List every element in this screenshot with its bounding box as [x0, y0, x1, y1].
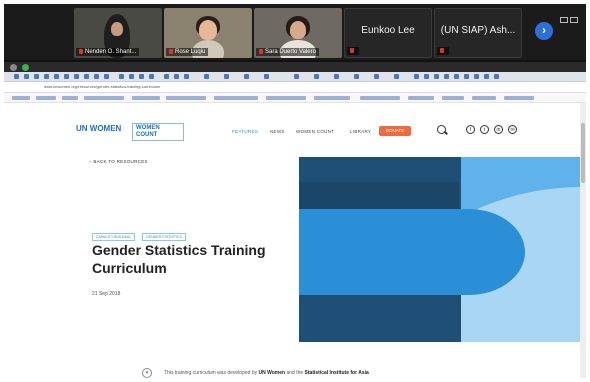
participant-video-face	[111, 22, 123, 36]
participant-tile[interactable]: (UN SIAP) Ash...	[434, 8, 522, 58]
hero-blue-pill	[299, 209, 525, 295]
linkedin-icon[interactable]: in	[494, 125, 503, 134]
mic-muted-label	[437, 46, 449, 55]
view-options-icon[interactable]	[560, 10, 582, 23]
mic-muted-label	[347, 46, 359, 55]
shared-screen: data.unwomen.org/resources/gender-statis…	[4, 62, 586, 378]
nav-library[interactable]: LIBRARY	[350, 129, 371, 134]
hero-dark-strip	[299, 182, 459, 209]
nav-features[interactable]: FEATURES	[232, 129, 258, 134]
participant-tile[interactable]: Sara Duerto Valero	[254, 8, 342, 58]
participant-video-face	[199, 20, 217, 40]
participant-tile[interactable]: Eunkoo Lee	[344, 8, 432, 58]
logo-line-2: COUNT	[136, 132, 158, 138]
intro-text: This training curriculum was developed b…	[164, 370, 369, 376]
next-participants-button[interactable]: ›	[535, 22, 553, 40]
mic-muted-icon	[79, 48, 83, 54]
scroll-down-icon[interactable]: ▾	[142, 368, 152, 378]
outer-frame: Nenden O. Shant... Rose Luqiu Sara Duert…	[0, 0, 590, 382]
page-title: Gender Statistics Training Curriculum	[92, 242, 266, 276]
chevron-right-icon: ›	[542, 23, 546, 37]
back-to-resources-link[interactable]: ‹ BACK TO RESOURCES	[90, 159, 148, 164]
un-women-logo[interactable]: UN WOMEN	[76, 125, 121, 133]
participant-name-label: Sara Duerto Valero	[256, 47, 319, 56]
facebook-icon[interactable]: f	[466, 125, 475, 134]
hero-graphic	[299, 157, 580, 342]
tag-gender-statistics[interactable]: GENDER STATISTICS	[142, 233, 186, 241]
donate-button[interactable]: DONATE	[379, 126, 411, 136]
mic-muted-icon	[169, 48, 173, 54]
email-icon[interactable]: ✉	[508, 125, 517, 134]
tag-capacity-building[interactable]: CAPACITY BUILDING	[92, 233, 135, 241]
mic-muted-icon	[440, 47, 444, 53]
tag-list: CAPACITY BUILDING GENDER STATISTICS	[92, 225, 189, 241]
participant-strip: Nenden O. Shant... Rose Luqiu Sara Duert…	[4, 4, 586, 60]
bookmarks-bar	[4, 93, 586, 103]
participant-name: (UN SIAP) Ash...	[440, 25, 516, 36]
share-top-bar	[4, 62, 586, 72]
web-page: UN WOMEN WOMEN COUNT FEATURES NEWS WOMEN…	[4, 103, 580, 378]
publish-date: 21 Sep 2018	[92, 291, 121, 297]
zoom-screen: Nenden O. Shant... Rose Luqiu Sara Duert…	[4, 4, 586, 378]
hero-dark-bottom-band	[299, 292, 461, 342]
url-field[interactable]: data.unwomen.org/resources/gender-statis…	[44, 84, 244, 90]
participant-tile[interactable]: Nenden O. Shant...	[74, 8, 162, 58]
logo-line-1: WOMEN	[136, 125, 160, 131]
app-toolbar	[4, 72, 586, 82]
mic-muted-icon	[350, 47, 354, 53]
share-active-icon[interactable]	[22, 64, 29, 71]
search-icon[interactable]	[437, 125, 446, 134]
women-count-logo[interactable]: WOMEN COUNT	[132, 123, 184, 141]
twitter-icon[interactable]: t	[480, 125, 489, 134]
participant-name: Eunkoo Lee	[361, 25, 415, 36]
participant-name-label: Rose Luqiu	[166, 47, 209, 56]
participant-tile[interactable]: Rose Luqiu	[164, 8, 252, 58]
mic-muted-icon	[259, 48, 263, 54]
nav-women-count[interactable]: WOMEN COUNT	[296, 129, 334, 134]
page-scrollbar[interactable]	[580, 103, 586, 378]
share-status-icon	[10, 64, 17, 71]
participant-name-label: Nenden O. Shant...	[76, 47, 140, 56]
browser-address-bar[interactable]: data.unwomen.org/resources/gender-statis…	[4, 82, 586, 93]
nav-news[interactable]: NEWS	[270, 129, 285, 134]
participant-video-face	[290, 21, 306, 39]
scrollbar-thumb[interactable]	[581, 123, 585, 183]
